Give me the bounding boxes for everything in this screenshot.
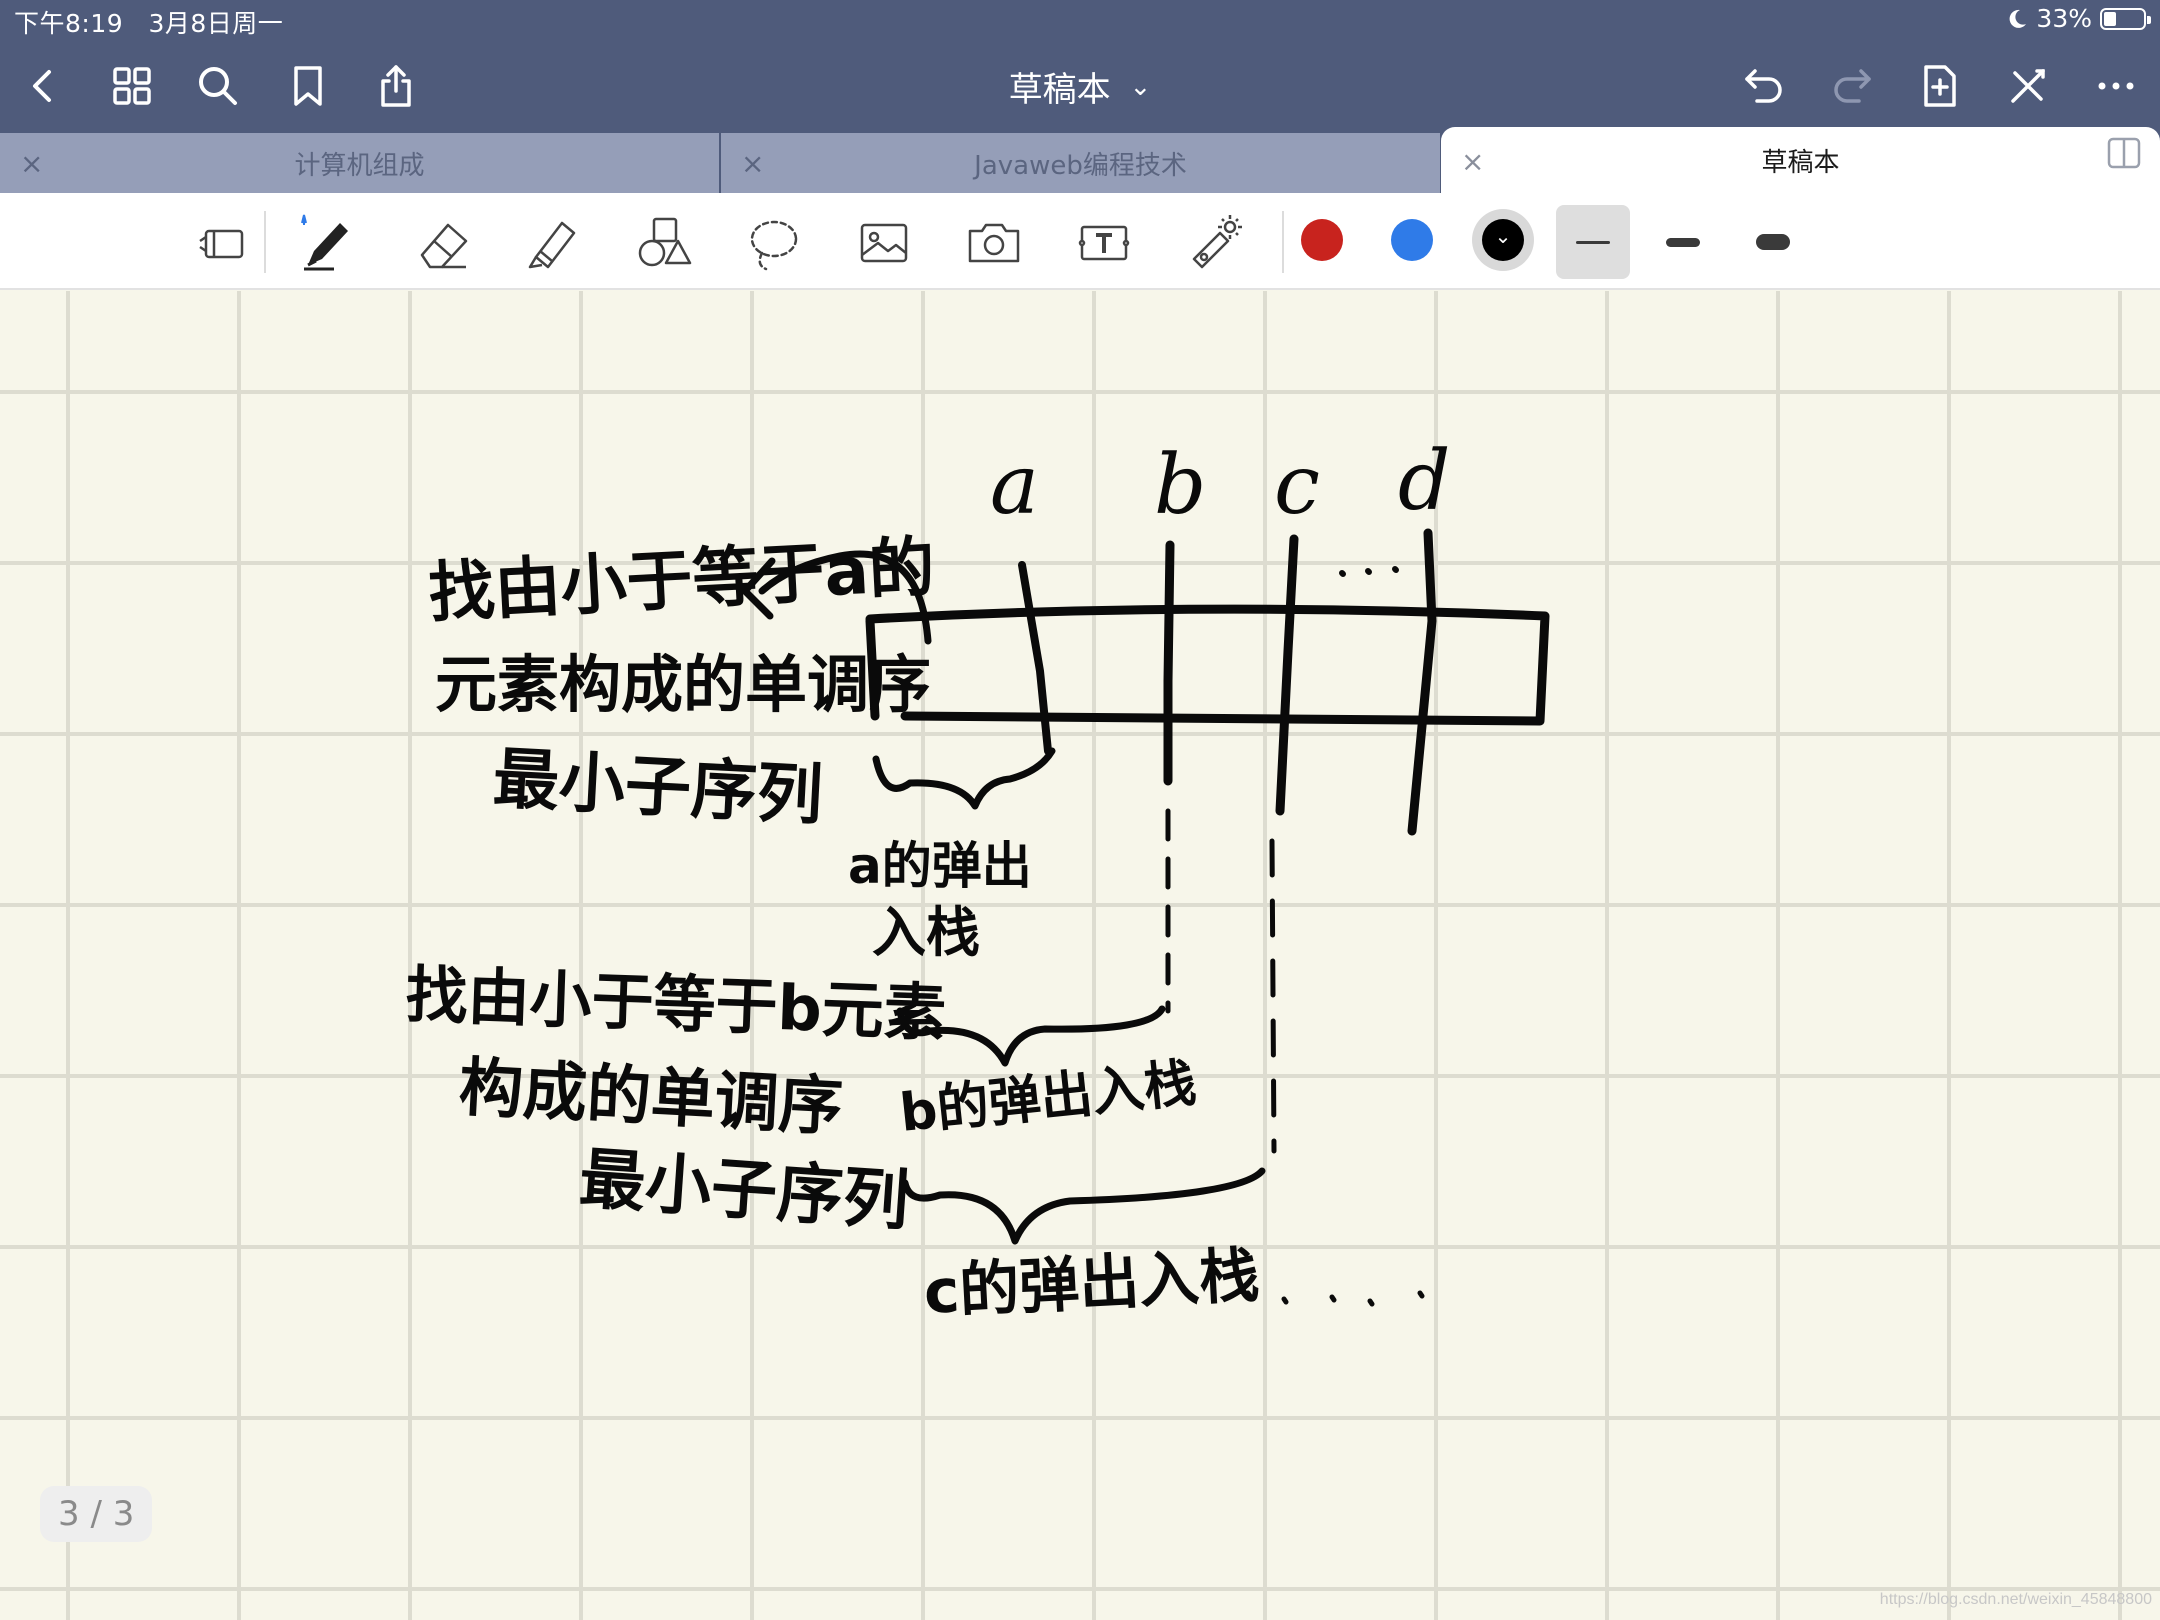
tab-scratchpad[interactable]: × 草稿本 [1441, 127, 2160, 193]
status-bar: 下午8:19 3月8日周一 33% [0, 0, 2160, 38]
image-icon[interactable] [848, 207, 920, 279]
tab-close-icon[interactable]: × [1461, 145, 1484, 178]
chevron-down-icon: ⌄ [1494, 224, 1512, 248]
ink-line-c [1275, 534, 1299, 816]
stroke-thick-option[interactable] [1736, 205, 1810, 279]
tab-label: 草稿本 [1761, 147, 1840, 178]
ink-note1-line3: 最小子序列 [491, 740, 825, 834]
close-pen-icon[interactable] [1998, 56, 2058, 116]
camera-icon[interactable] [958, 207, 1030, 279]
chevron-down-icon: ⌄ [1129, 72, 1152, 102]
stroke-thin-option[interactable] [1556, 205, 1630, 279]
battery-icon [2100, 7, 2151, 30]
ink-label-b: b的弹出入栈 [897, 1053, 1199, 1144]
laser-pointer-icon[interactable] [1178, 207, 1250, 279]
battery-percent: 33% [2036, 4, 2092, 33]
ink-label-c: c的弹出入栈 [922, 1241, 1261, 1328]
split-view-icon[interactable] [2106, 135, 2142, 171]
ink-note2-line2: 构成的单调序 [457, 1051, 844, 1145]
color-black-swatch[interactable]: ⌄ [1472, 209, 1534, 271]
ink-dots-bottom [1245, 1290, 1425, 1307]
ink-label-a: a [990, 438, 1039, 533]
tab-close-icon[interactable]: × [741, 147, 764, 180]
handwriting-layer: a b c d 找由小于等于a的 元素构成的单调序 最小子序列 a的弹出 入栈 … [404, 434, 1550, 1328]
ink-box-top [865, 604, 1550, 726]
ink-label-b: b [1154, 438, 1207, 533]
tab-close-icon[interactable]: × [20, 147, 43, 180]
tab-computer-organization[interactable]: × 计算机组成 [0, 133, 719, 193]
pen-icon[interactable] [290, 207, 362, 279]
ink-line-a [1018, 561, 1052, 755]
ink-note1-line2: 元素构成的单调序 [435, 648, 931, 721]
ink-brace-a [872, 747, 1056, 810]
document-title-text: 草稿本 [1008, 70, 1111, 110]
page-indicator: 3 / 3 [40, 1486, 153, 1542]
note-canvas[interactable]: a b c d 找由小于等于a的 元素构成的单调序 最小子序列 a的弹出 入栈 … [0, 291, 2160, 1620]
date-text: 3月8日周一 [148, 9, 284, 38]
ink-dash-c [1269, 838, 1277, 1154]
moon-icon [2010, 9, 2027, 28]
stroke-medium-option[interactable] [1646, 205, 1720, 279]
ink-dots-top [1339, 566, 1399, 577]
tab-label: Javaweb编程技术 [974, 150, 1187, 181]
ink-label-c: c [1274, 438, 1320, 533]
ink-note1-line1: 找由小于等于a的 [427, 529, 937, 632]
status-time: 下午8:19 3月8日周一 [14, 4, 283, 40]
lasso-icon[interactable] [738, 207, 810, 279]
ink-line-b [1163, 540, 1175, 786]
ink-line-d [1407, 528, 1437, 836]
ink-label-a-line1: a的弹出 [848, 837, 1032, 895]
ink-label-d: d [1398, 434, 1451, 529]
ink-note2-line3: 最小子序列 [577, 1140, 912, 1240]
pen-toolbar: ⌄ [0, 193, 2160, 290]
tab-label: 计算机组成 [294, 150, 425, 181]
color-blue-swatch[interactable] [1391, 219, 1433, 261]
tab-bar: × 计算机组成 × Javaweb编程技术 × 草稿本 [0, 127, 2160, 193]
tab-javaweb[interactable]: × Javaweb编程技术 [721, 133, 1440, 193]
watermark: https://blog.csdn.net/weixin_45848800 [1879, 1591, 2152, 1608]
text-icon[interactable] [1068, 207, 1140, 279]
ink-brace-c [901, 1167, 1266, 1245]
ink-note2-line1: 找由小于等于b元素 [404, 958, 947, 1050]
redo-icon[interactable] [1822, 56, 1882, 116]
clock-text: 下午8:19 [14, 9, 124, 38]
ink-label-a-line2: 入栈 [872, 901, 980, 964]
nav-bar: 草稿本 ⌄ [0, 38, 2160, 133]
sidebar-toggle-icon[interactable] [186, 207, 258, 279]
highlighter-icon[interactable] [518, 207, 590, 279]
add-page-icon[interactable] [1910, 56, 1970, 116]
more-icon[interactable] [2086, 56, 2146, 116]
shapes-icon[interactable] [628, 207, 700, 279]
eraser-icon[interactable] [408, 207, 480, 279]
color-red-swatch[interactable] [1301, 219, 1343, 261]
undo-icon[interactable] [1734, 56, 1794, 116]
